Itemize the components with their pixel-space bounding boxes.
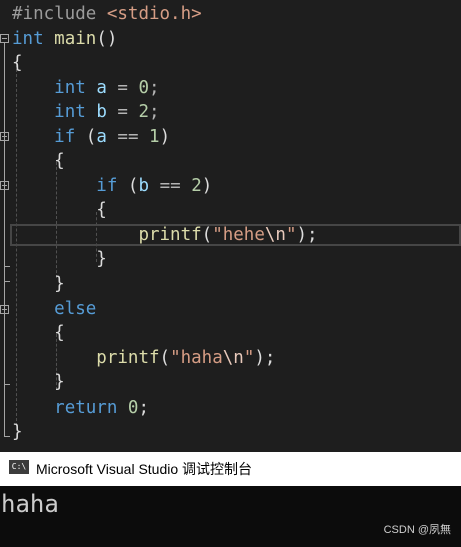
- equality-operator: ==: [159, 176, 181, 196]
- brace-open: {: [54, 151, 65, 171]
- brace-open: {: [96, 200, 107, 220]
- brace-open: {: [54, 323, 65, 343]
- paren-open: (: [159, 348, 171, 368]
- fold-line: [4, 314, 5, 384]
- equality-operator: ==: [117, 127, 139, 147]
- fold-toggle-main[interactable]: [0, 34, 9, 43]
- semicolon: ;: [138, 398, 150, 418]
- code-line-int-b[interactable]: int b = 2;: [12, 100, 160, 124]
- function-main: main: [54, 29, 97, 49]
- variable-a: a: [96, 78, 107, 98]
- code-line-else-open-brace[interactable]: {: [12, 321, 65, 345]
- code-line-main-open-brace[interactable]: {: [12, 51, 23, 75]
- code-editor[interactable]: #include <stdio.h> int main() { int a = …: [0, 0, 461, 452]
- code-line-if-b-close-brace[interactable]: }: [12, 247, 107, 271]
- keyword-int: int: [54, 78, 86, 98]
- paren-open: (: [127, 176, 139, 196]
- keyword-return: return: [54, 398, 118, 418]
- code-line-if-a-open-brace[interactable]: {: [12, 149, 65, 173]
- fold-end: [4, 281, 10, 282]
- paren-open: (: [201, 225, 213, 245]
- code-line-include[interactable]: #include <stdio.h>: [12, 2, 202, 26]
- fold-line: [4, 190, 5, 266]
- code-line-else-close-brace[interactable]: }: [12, 370, 65, 394]
- console-output-text: haha: [1, 490, 59, 518]
- include-header: <stdio.h>: [106, 4, 202, 24]
- escape-newline: \n: [264, 225, 286, 245]
- code-line-return[interactable]: return 0;: [12, 396, 149, 420]
- string-quote-close: ": [285, 225, 297, 245]
- code-line-if-b[interactable]: if (b == 2): [12, 174, 212, 198]
- paren-close: ): [159, 127, 171, 147]
- brace-close: }: [54, 372, 65, 392]
- brace-close: }: [96, 249, 107, 269]
- keyword-if: if: [96, 176, 118, 196]
- semicolon: ;: [149, 78, 160, 98]
- console-app-icon: C:\: [9, 460, 29, 474]
- code-line-int-a[interactable]: int a = 0;: [12, 76, 160, 100]
- fold-toggle-else[interactable]: [0, 305, 9, 314]
- string-literal-haha: "haha: [170, 348, 223, 368]
- number-literal: 2: [191, 176, 202, 196]
- code-line-main-close-brace[interactable]: }: [12, 420, 23, 444]
- variable-a: a: [96, 127, 107, 147]
- keyword-if: if: [54, 127, 76, 147]
- brace-open: {: [12, 53, 23, 73]
- number-literal: 2: [138, 102, 150, 122]
- keyword-int: int: [54, 102, 86, 122]
- fold-end: [4, 266, 10, 267]
- assign-operator: =: [117, 78, 128, 98]
- main-parens: (): [96, 29, 118, 49]
- string-quote-close: ": [243, 348, 255, 368]
- number-literal: 0: [138, 78, 150, 98]
- code-line-printf-hehe[interactable]: printf("hehe\n");: [12, 223, 318, 247]
- code-line-if-b-open-brace[interactable]: {: [12, 198, 107, 222]
- semicolon: ;: [149, 102, 160, 122]
- code-line-main-signature[interactable]: int main(): [12, 27, 117, 51]
- fold-end: [4, 436, 10, 437]
- paren-open: (: [85, 127, 97, 147]
- code-line-if-a[interactable]: if (a == 1): [12, 125, 170, 149]
- console-title: Microsoft Visual Studio 调试控制台: [36, 461, 253, 477]
- include-directive: #include: [12, 4, 97, 24]
- fold-toggle-if-a[interactable]: [0, 132, 9, 141]
- call-close: );: [296, 225, 318, 245]
- keyword-int: int: [12, 29, 44, 49]
- string-literal-hehe: "hehe: [212, 225, 265, 245]
- paren-close: ): [201, 176, 213, 196]
- call-close: );: [254, 348, 276, 368]
- assign-operator: =: [117, 102, 128, 122]
- variable-b: b: [138, 176, 150, 196]
- code-line-if-a-close-brace[interactable]: }: [12, 272, 65, 296]
- keyword-else: else: [54, 299, 97, 319]
- code-line-printf-haha[interactable]: printf("haha\n");: [12, 346, 275, 370]
- fold-end: [4, 384, 10, 385]
- variable-b: b: [96, 102, 107, 122]
- escape-newline: \n: [222, 348, 244, 368]
- fold-toggle-if-b[interactable]: [0, 181, 9, 190]
- function-printf: printf: [138, 225, 202, 245]
- brace-close: }: [54, 274, 65, 294]
- code-line-else[interactable]: else: [12, 297, 96, 321]
- watermark: CSDN @夙無: [383, 524, 451, 536]
- number-literal: 0: [127, 398, 139, 418]
- number-literal: 1: [149, 127, 160, 147]
- console-output-area[interactable]: [0, 486, 461, 547]
- function-printf: printf: [96, 348, 160, 368]
- brace-close: }: [12, 422, 23, 442]
